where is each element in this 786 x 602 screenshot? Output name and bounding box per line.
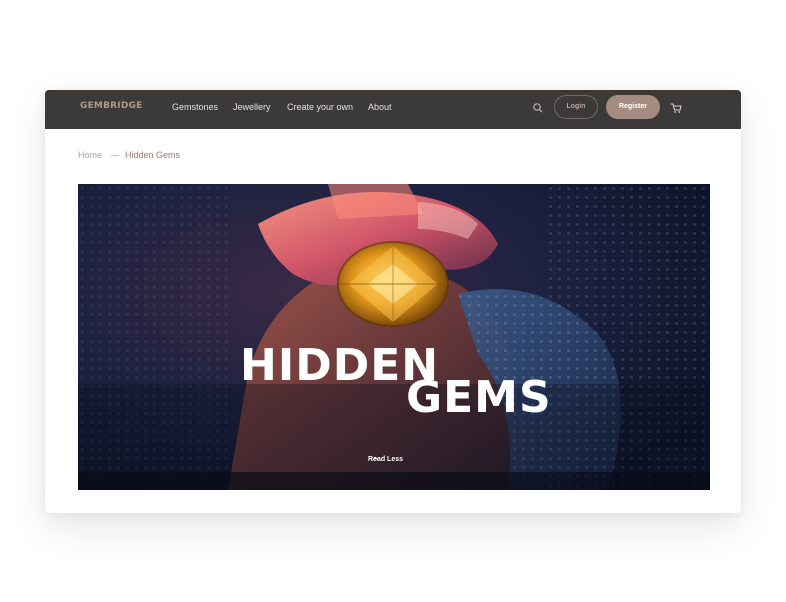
nav-link-create-your-own[interactable]: Create your own xyxy=(287,102,353,112)
breadcrumb-home-link[interactable]: Home xyxy=(78,150,102,160)
search-icon[interactable] xyxy=(531,101,545,115)
register-button[interactable]: Register xyxy=(606,95,660,119)
chevron-up-icon xyxy=(372,456,379,461)
breadcrumb: Home Hidden Gems xyxy=(78,150,180,160)
page-frame: GEMBRIDGE Gemstones Jewellery Create you… xyxy=(45,90,741,513)
hero-background-image xyxy=(78,184,710,490)
hero-title-line-2: GEMS xyxy=(406,372,552,423)
top-navbar: GEMBRIDGE Gemstones Jewellery Create you… xyxy=(45,90,741,129)
nav-link-about[interactable]: About xyxy=(368,102,392,112)
nav-link-jewellery[interactable]: Jewellery xyxy=(233,102,271,112)
breadcrumb-separator xyxy=(111,155,120,157)
hero-banner: HIDDEN GEMS Read Less xyxy=(78,184,710,490)
login-button[interactable]: Login xyxy=(554,95,598,119)
brand-logo[interactable]: GEMBRIDGE xyxy=(80,101,142,111)
cart-icon[interactable] xyxy=(669,101,683,115)
read-less-button[interactable]: Read Less xyxy=(368,456,403,463)
hero-bottom-strip xyxy=(78,472,710,490)
breadcrumb-current: Hidden Gems xyxy=(125,150,181,160)
nav-link-gemstones[interactable]: Gemstones xyxy=(172,102,218,112)
